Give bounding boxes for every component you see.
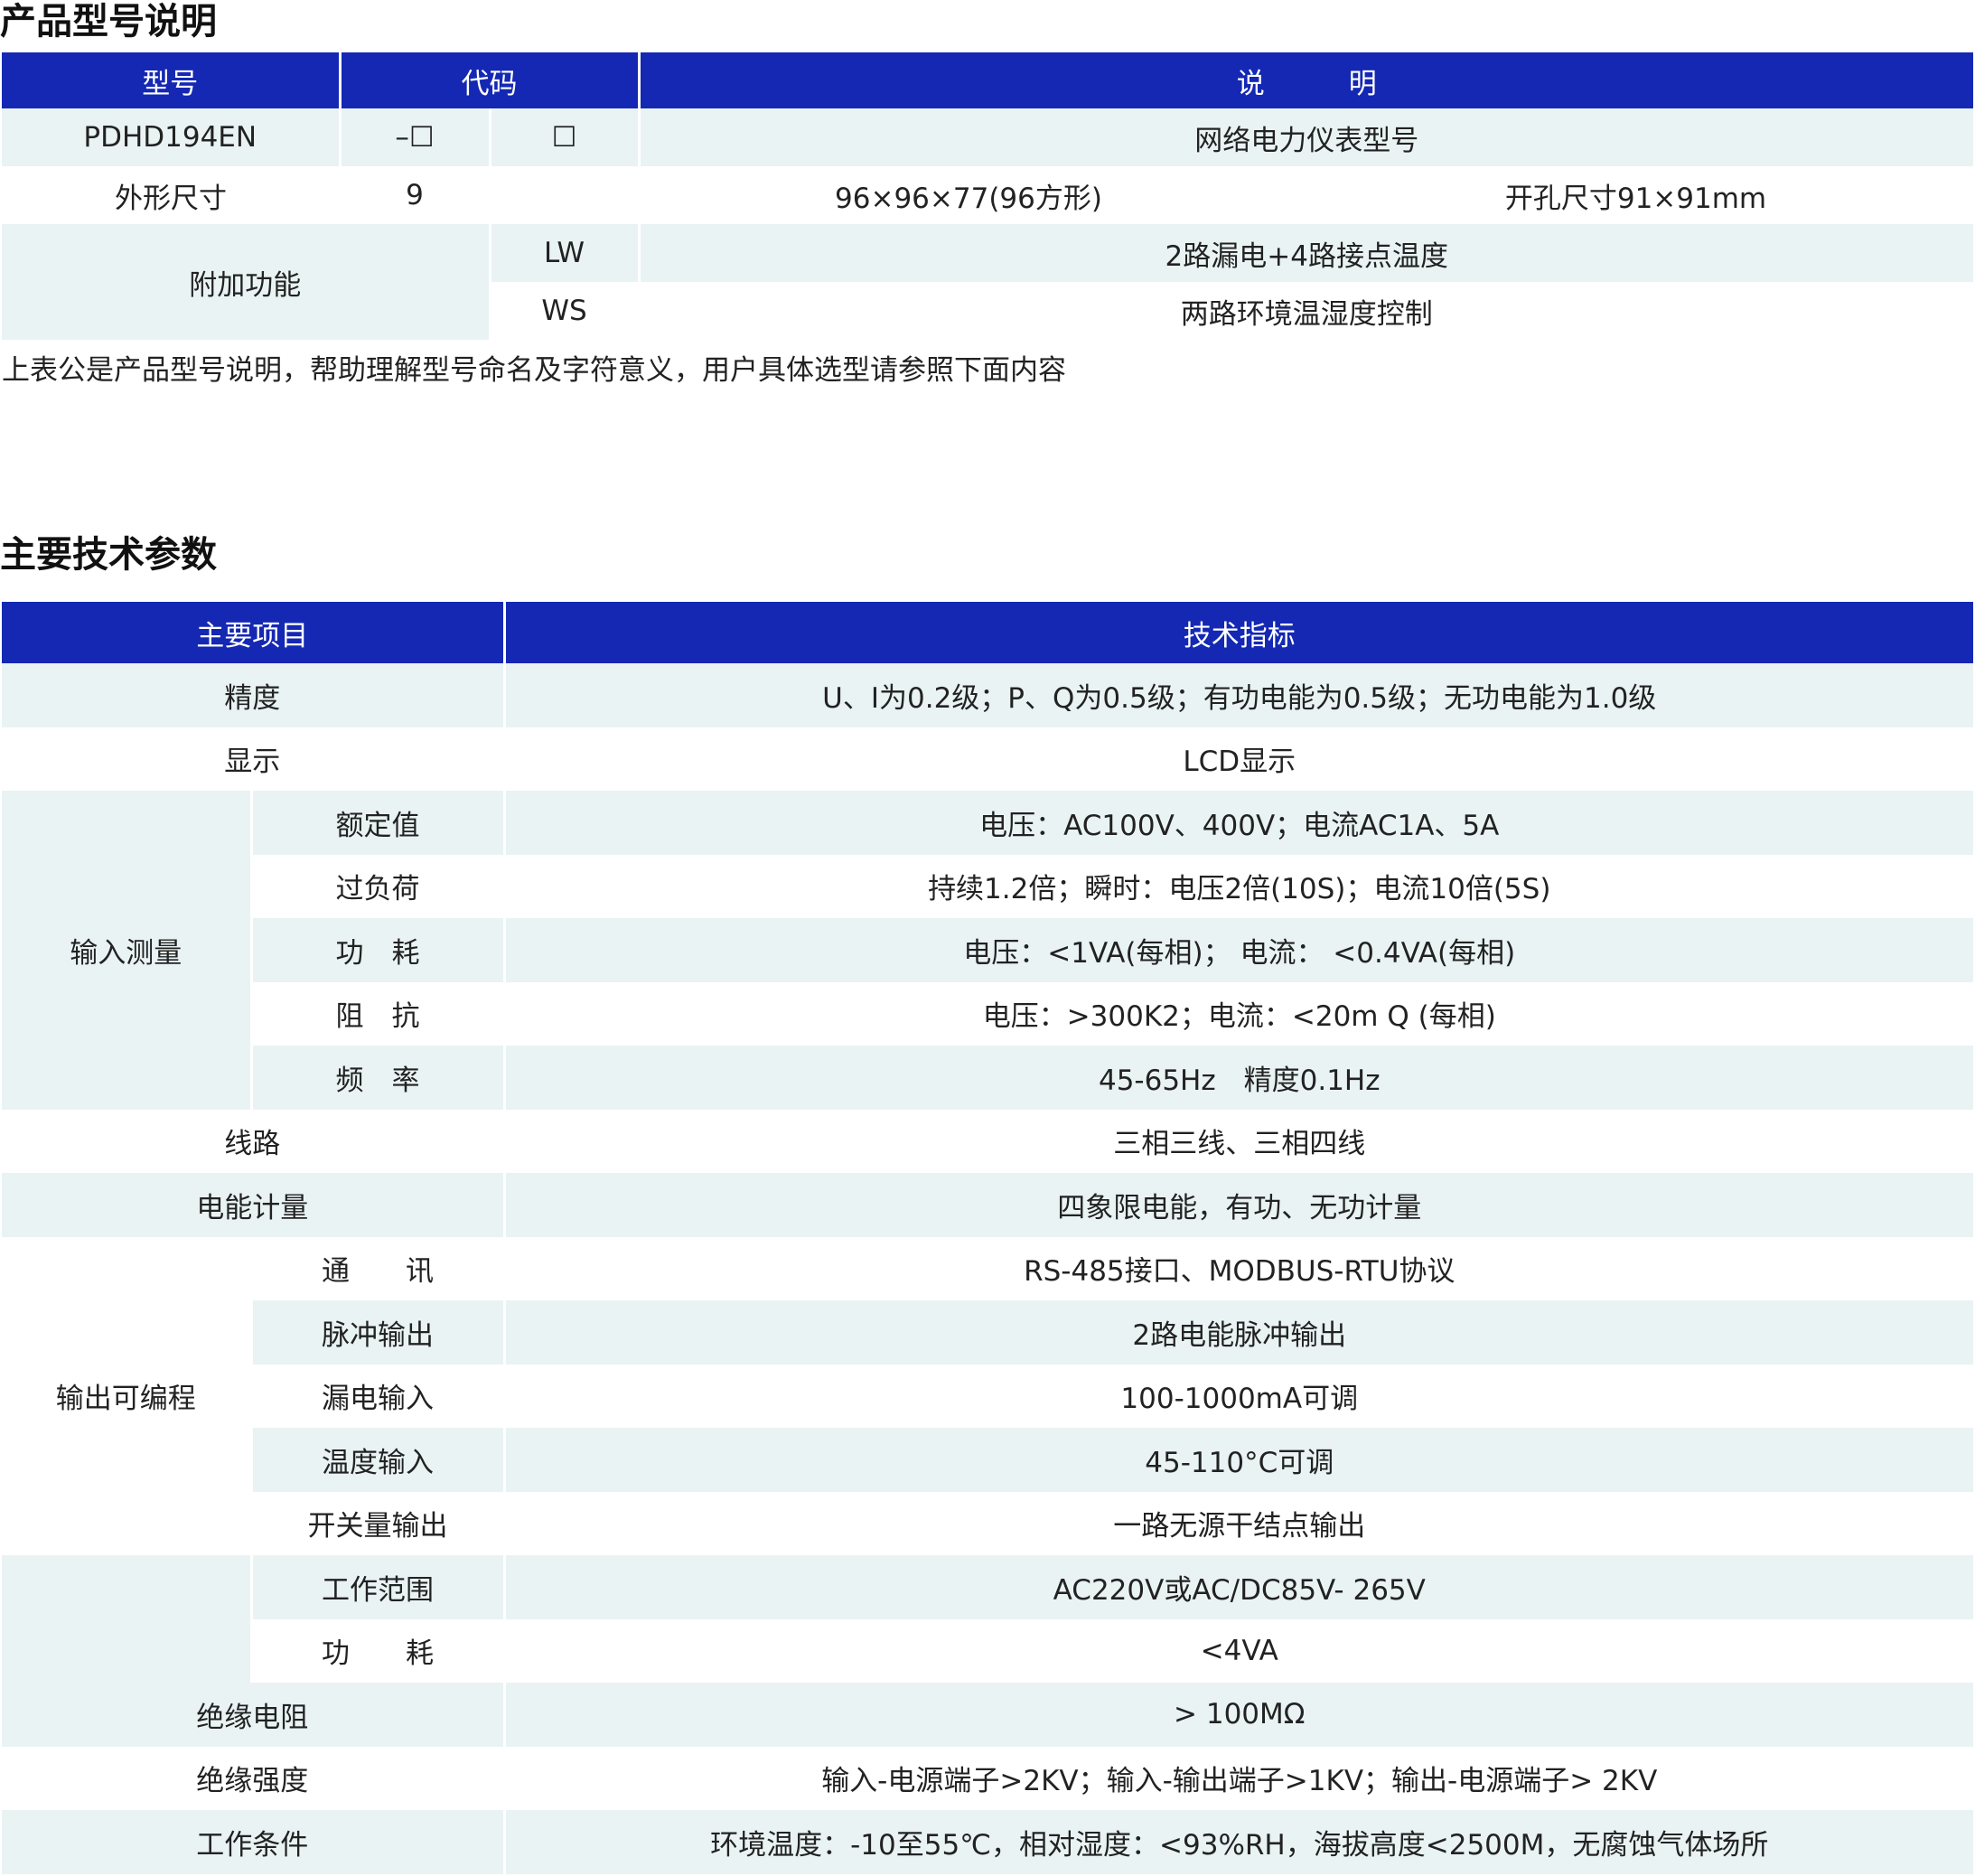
param-item: 功 耗 (249, 918, 504, 982)
table-row: 开关量输出 一路无源干结点输出 (2, 1491, 1973, 1555)
table-row: 漏电输入 100-1000mA可调 (2, 1364, 1973, 1428)
param-spec: <4VA (502, 1618, 1973, 1683)
param-item: 线路 (224, 1128, 281, 1161)
param-item: 绝缘强度 (196, 1765, 309, 1798)
size-label: 外形尺寸 (115, 182, 227, 215)
header-item: 主要项目 (2, 602, 504, 663)
product-spec-page: 产品型号说明 型号 代码 说 明 PDHD194EN –☐ ☐ 网络电力仪表型号… (0, 0, 1975, 1876)
table-row: 显示 LCD显示 (2, 727, 1973, 791)
cutout-value: 开孔尺寸91×91mm (1504, 182, 1767, 215)
param-group: 输入测量 (2, 791, 251, 1110)
addon-code: WS (488, 282, 639, 340)
param-spec: RS-485接口、MODBUS-RTU协议 (502, 1236, 1973, 1300)
param-item: 功 耗 (249, 1618, 504, 1683)
param-item: 显示 (224, 746, 281, 779)
table-row: 工作范围 AC220V或AC/DC85V- 265V (2, 1555, 1973, 1683)
addon-desc: 两路环境温湿度控制 (637, 282, 1973, 340)
param-item: 开关量输出 (249, 1491, 504, 1555)
table-row: 脉冲输出 2路电能脉冲输出 (2, 1300, 1973, 1365)
param-spec: 45-65Hz 精度0.1Hz (502, 1046, 1973, 1110)
addon-desc: 2路漏电+4路接点温度 (637, 224, 1973, 282)
param-spec: > 100MΩ (502, 1683, 1973, 1747)
header-model: 型号 (2, 52, 340, 108)
addon-code: LW (488, 224, 639, 282)
params-table-header: 主要项目 技术指标 (2, 602, 1973, 663)
table-row: PDHD194EN –☐ ☐ 网络电力仪表型号 (2, 108, 1973, 166)
table-row: 阻 抗 电压：>300K2；电流：<20m Q (每相) (2, 981, 1973, 1046)
size-code: 9 (406, 179, 424, 211)
table-row: 线路 三相三线、三相四线 (2, 1109, 1973, 1173)
param-spec: 一路无源干结点输出 (502, 1491, 1973, 1555)
model-table: 型号 代码 说 明 PDHD194EN –☐ ☐ 网络电力仪表型号 外形尺寸 9… (2, 52, 1973, 340)
size-value: 96×96×77(96方形) (835, 182, 1102, 215)
param-spec: 100-1000mA可调 (502, 1364, 1973, 1428)
table-row: 输入测量 额定值 电压：AC100V、400V；电流AC1A、5A (2, 791, 1973, 1110)
table-row: 过负荷 持续1.2倍；瞬时：电压2倍(10S)；电流10倍(5S) (2, 854, 1973, 918)
table-row: 功 耗 <4VA (2, 1618, 1973, 1683)
header-code: 代码 (338, 52, 639, 108)
table-row: 温度输入 45-110°C可调 (2, 1428, 1973, 1492)
param-spec: 电压：AC100V、400V；电流AC1A、5A (502, 791, 1973, 855)
param-item: 脉冲输出 (249, 1300, 504, 1365)
addon-label: 附加功能 (2, 224, 490, 340)
model-table-header: 型号 代码 说 明 (2, 52, 1973, 108)
param-spec: 持续1.2倍；瞬时：电压2倍(10S)；电流10倍(5S) (502, 854, 1973, 918)
table-row: 外形尺寸 9 96×96×77(96方形) 开孔尺寸91×91mm (2, 166, 1973, 224)
param-item: 工作范围 (249, 1555, 504, 1619)
param-item: 电能计量 (196, 1191, 309, 1224)
param-spec: 电压：>300K2；电流：<20m Q (每相) (502, 981, 1973, 1046)
param-spec: U、I为0.2级；P、Q为0.5级；有功电能为0.5级；无功电能为1.0级 (502, 663, 1973, 727)
param-spec: 电压：<1VA(每相)； 电流： <0.4VA(每相) (502, 918, 1973, 982)
param-spec: 三相三线、三相四线 (502, 1109, 1973, 1173)
table-row: 工作条件 环境温度：-10至55℃，相对湿度：<93%RH，海拔高度<2500M… (2, 1810, 1973, 1874)
model-name: PDHD194EN (83, 121, 257, 154)
table-row: 绝缘强度 输入-电源端子>2KV；输入-输出端子>1KV；输出-电源端子> 2K… (2, 1746, 1973, 1810)
table-row: 绝缘电阻 > 100MΩ (2, 1683, 1973, 1747)
table-row: 输出可编程 通 讯 RS-485接口、MODBUS-RTU协议 (2, 1236, 1973, 1555)
table-row: 精度 U、I为0.2级；P、Q为0.5级；有功电能为0.5级；无功电能为1.0级 (2, 663, 1973, 727)
param-group (2, 1555, 251, 1683)
header-spec: 技术指标 (502, 602, 1973, 663)
table-row: 电能计量 四象限电能，有功、无功计量 (2, 1173, 1973, 1237)
param-spec: 四象限电能，有功、无功计量 (502, 1173, 1973, 1237)
param-item: 过负荷 (249, 854, 504, 918)
param-item: 漏电输入 (249, 1364, 504, 1428)
param-item: 额定值 (249, 791, 504, 855)
table-row: 附加功能 LW 2路漏电+4路接点温度 (2, 224, 1973, 340)
param-item: 阻 抗 (249, 981, 504, 1046)
param-spec: 2路电能脉冲输出 (502, 1300, 1973, 1365)
code-placeholder-1: –☐ (338, 108, 490, 166)
table-row: 功 耗 电压：<1VA(每相)； 电流： <0.4VA(每相) (2, 918, 1973, 982)
model-note: 上表公是产品型号说明，帮助理解型号命名及字符意义，用户具体选型请参照下面内容 (2, 354, 1066, 387)
param-spec: 环境温度：-10至55℃，相对湿度：<93%RH，海拔高度<2500M，无腐蚀气… (502, 1810, 1973, 1874)
param-spec: 输入-电源端子>2KV；输入-输出端子>1KV；输出-电源端子> 2KV (502, 1746, 1973, 1810)
model-desc: 网络电力仪表型号 (637, 108, 1973, 166)
code-placeholder-2: ☐ (488, 108, 639, 166)
section-title-params: 主要技术参数 (0, 534, 217, 576)
section-title-model: 产品型号说明 (0, 1, 217, 42)
header-desc: 说 明 (637, 52, 1973, 108)
param-item: 通 讯 (249, 1236, 504, 1300)
param-spec: LCD显示 (502, 727, 1973, 791)
table-row: 频 率 45-65Hz 精度0.1Hz (2, 1046, 1973, 1110)
param-item: 工作条件 (196, 1828, 309, 1862)
param-item: 绝缘电阻 (196, 1701, 309, 1734)
param-item: 温度输入 (249, 1428, 504, 1492)
params-table: 主要项目 技术指标 精度 U、I为0.2级；P、Q为0.5级；有功电能为0.5级… (2, 602, 1973, 1874)
param-spec: AC220V或AC/DC85V- 265V (502, 1555, 1973, 1619)
param-group: 输出可编程 (2, 1236, 251, 1555)
param-item: 精度 (224, 681, 281, 715)
param-spec: 45-110°C可调 (502, 1428, 1973, 1492)
param-item: 频 率 (249, 1046, 504, 1110)
